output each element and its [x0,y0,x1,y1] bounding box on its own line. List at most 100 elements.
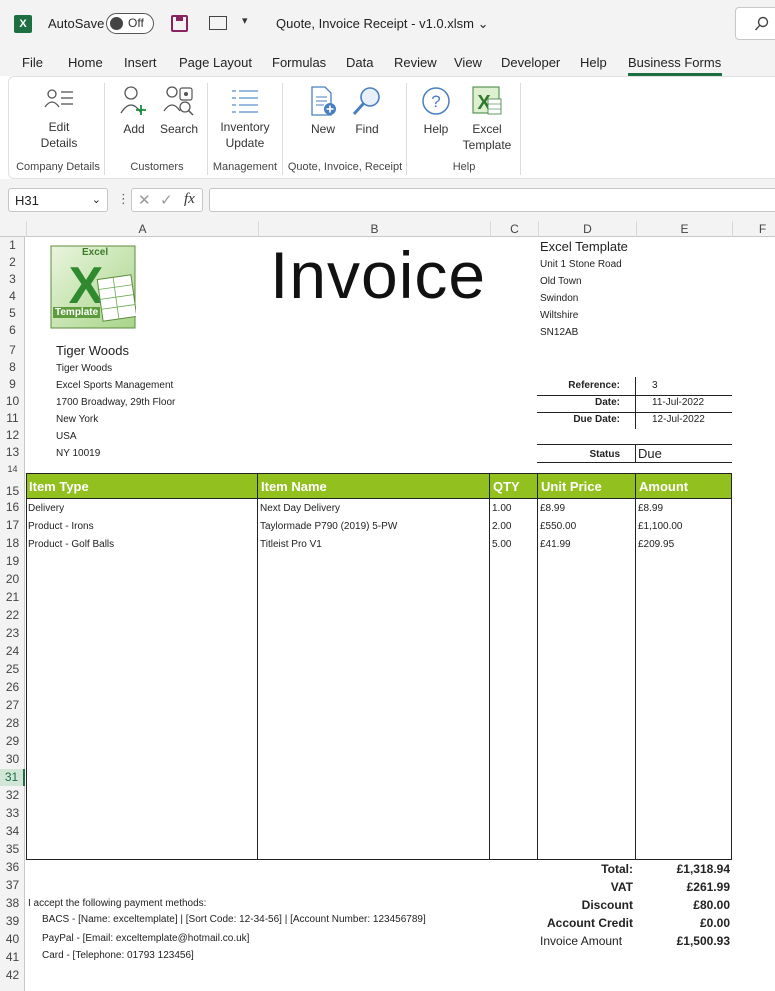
row-header-9[interactable]: 9 [0,376,25,393]
row-header-41[interactable]: 41 [0,949,25,966]
row-header-20[interactable]: 20 [0,571,25,588]
reference-value[interactable]: 3 [652,380,658,391]
help-label: Help [423,122,449,136]
help-button[interactable]: ? Help [419,85,453,137]
vat-value[interactable]: £261.99 [638,880,730,894]
row-header-5[interactable]: 5 [0,305,25,322]
total-value[interactable]: £1,318.94 [638,862,730,876]
row-header-42[interactable]: 42 [0,967,25,984]
row-header-8[interactable]: 8 [0,359,25,376]
tab-help[interactable]: Help [580,55,607,70]
search-customer-button[interactable]: Search [159,85,199,137]
row-header-6[interactable]: 6 [0,322,25,339]
excel-template-button[interactable]: X Excel Template [459,85,515,153]
customize-toolbar-chevron-icon[interactable]: ▾ [242,14,248,27]
qty-cell: 1.00 [492,503,512,514]
vat-label: VAT [610,880,633,894]
column-header-b[interactable]: B [258,221,490,237]
inventory-update-button[interactable]: Inventory Update [215,87,275,151]
row-header-14[interactable]: 14 [0,465,25,474]
search-box[interactable] [735,7,775,40]
new-document-button[interactable]: New [307,85,339,137]
row-header-16[interactable]: 16 [0,499,25,516]
column-header-c[interactable]: C [490,221,538,237]
chevron-down-icon[interactable]: ⌄ [92,193,101,206]
row-header-27[interactable]: 27 [0,697,25,714]
logo-text-bottom: Template [53,307,101,318]
worksheet[interactable]: X Excel Template Invoice Excel Template … [26,237,775,991]
row-header-28[interactable]: 28 [0,715,25,732]
account-credit-value[interactable]: £0.00 [638,916,730,930]
cancel-icon[interactable]: ✕ [138,191,151,209]
row-header-36[interactable]: 36 [0,859,25,876]
due-date-value[interactable]: 12-Jul-2022 [652,414,705,425]
row-header-25[interactable]: 25 [0,661,25,678]
add-customer-button[interactable]: Add [117,85,151,137]
file-name[interactable]: Quote, Invoice Receipt - v1.0.xlsm ⌄ [276,16,489,32]
column-header-a[interactable]: A [26,221,258,237]
row-header-1[interactable]: 1 [0,237,25,254]
status-value[interactable]: Due [638,446,662,461]
row-header-13[interactable]: 13 [0,444,25,461]
tab-view[interactable]: View [454,55,482,70]
tab-review[interactable]: Review [394,55,437,70]
unit-price-cell: £8.99 [540,503,566,514]
formula-input[interactable] [209,188,775,212]
column-header-f[interactable]: F [732,221,775,237]
row-header-30[interactable]: 30 [0,751,25,768]
row-header-2[interactable]: 2 [0,254,25,271]
customer-name: Tiger Woods [56,363,113,374]
tab-business-forms[interactable]: Business Forms [628,55,721,70]
row-header-31[interactable]: 31 [0,769,25,786]
row-header-10[interactable]: 10 [0,393,25,410]
date-value[interactable]: 11-Jul-2022 [652,397,704,408]
row-header-3[interactable]: 3 [0,271,25,288]
name-box[interactable]: H31 ⌄ [8,188,108,212]
autosave-toggle[interactable]: Off [106,13,154,34]
row-header-32[interactable]: 32 [0,787,25,804]
find-button[interactable]: Find [351,85,383,137]
insert-function-icon[interactable]: fx [184,191,195,208]
row-header-23[interactable]: 23 [0,625,25,642]
item-type-cell: Product - Irons [28,521,94,532]
row-headers: 1 2 3 4 5 6 7 8 9 10 11 12 13 14 15 16 17 18 19 20 21 22 23 24 2… [0,237,25,991]
more-options-icon[interactable]: ⋮ [117,191,130,207]
row-header-35[interactable]: 35 [0,841,25,858]
column-header-e[interactable]: E [636,221,732,237]
row-header-7[interactable]: 7 [0,342,25,359]
row-header-40[interactable]: 40 [0,931,25,948]
row-header-15[interactable]: 15 [0,483,25,500]
discount-value[interactable]: £80.00 [638,898,730,912]
row-header-12[interactable]: 12 [0,427,25,444]
mail-icon[interactable] [209,16,227,30]
tab-insert[interactable]: Insert [124,55,157,70]
save-icon[interactable] [171,15,188,32]
row-header-18[interactable]: 18 [0,535,25,552]
row-header-24[interactable]: 24 [0,643,25,660]
confirm-icon[interactable]: ✓ [160,191,173,209]
row-header-4[interactable]: 4 [0,288,25,305]
row-header-33[interactable]: 33 [0,805,25,822]
invoice-amount-value[interactable]: £1,500.93 [638,934,730,948]
row-header-34[interactable]: 34 [0,823,25,840]
row-header-37[interactable]: 37 [0,877,25,894]
row-header-38[interactable]: 38 [0,895,25,912]
tab-home[interactable]: Home [68,55,103,70]
table-border [731,473,732,859]
row-header-21[interactable]: 21 [0,589,25,606]
tab-formulas[interactable]: Formulas [272,55,326,70]
row-header-22[interactable]: 22 [0,607,25,624]
tab-page-layout[interactable]: Page Layout [179,55,252,70]
column-header-d[interactable]: D [538,221,636,237]
row-header-19[interactable]: 19 [0,553,25,570]
tab-file[interactable]: File [22,55,43,70]
tab-data[interactable]: Data [346,55,373,70]
row-header-26[interactable]: 26 [0,679,25,696]
row-header-39[interactable]: 39 [0,913,25,930]
edit-details-button[interactable]: Edit Details [31,87,87,151]
row-header-11[interactable]: 11 [0,410,25,427]
meta-divider [635,377,636,429]
row-header-29[interactable]: 29 [0,733,25,750]
tab-developer[interactable]: Developer [501,55,560,70]
row-header-17[interactable]: 17 [0,517,25,534]
